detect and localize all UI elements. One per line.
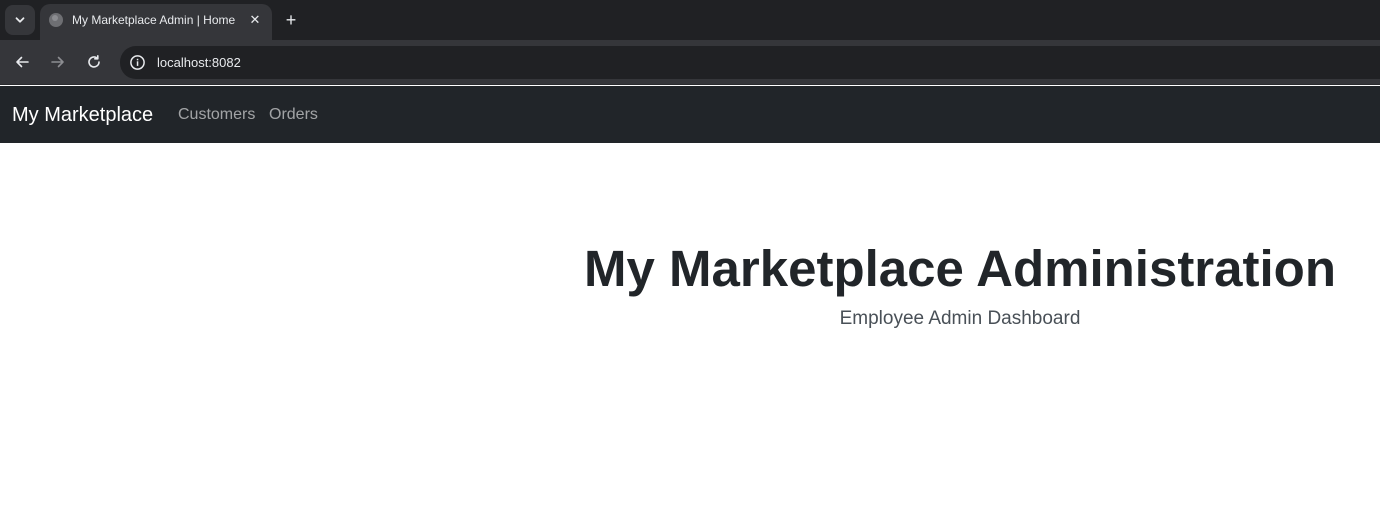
address-bar[interactable]: localhost:8082	[120, 46, 1380, 79]
info-icon[interactable]	[129, 54, 146, 71]
forward-button[interactable]	[44, 48, 72, 76]
nav-link-orders[interactable]: Orders	[269, 106, 318, 124]
browser-toolbar: localhost:8082	[0, 40, 1380, 85]
nav-link-customers[interactable]: Customers	[178, 106, 255, 124]
page-subtitle: Employee Admin Dashboard	[839, 308, 1081, 330]
hero-section: My Marketplace Administration Employee A…	[540, 238, 1380, 330]
browser-tabstrip: My Marketplace Admin | Home ✕ +	[0, 0, 1380, 40]
back-button[interactable]	[8, 48, 36, 76]
arrow-left-icon	[16, 56, 29, 68]
new-tab-button[interactable]: +	[280, 9, 302, 31]
page-title: My Marketplace Administration	[584, 240, 1336, 297]
chevron-down-icon	[15, 17, 25, 23]
globe-icon	[49, 13, 63, 27]
reload-icon	[88, 55, 100, 68]
navbar-brand[interactable]: My Marketplace	[12, 104, 153, 127]
reload-button[interactable]	[80, 48, 108, 76]
arrow-right-icon	[51, 56, 64, 68]
browser-tab-active[interactable]: My Marketplace Admin | Home ✕	[40, 4, 272, 40]
address-bar-url[interactable]: localhost:8082	[157, 55, 241, 70]
tab-title: My Marketplace Admin | Home	[72, 13, 236, 27]
tab-search-button[interactable]	[5, 5, 35, 35]
app-navbar: My Marketplace Customers Orders	[0, 86, 1380, 143]
tab-close-icon[interactable]: ✕	[245, 10, 265, 30]
